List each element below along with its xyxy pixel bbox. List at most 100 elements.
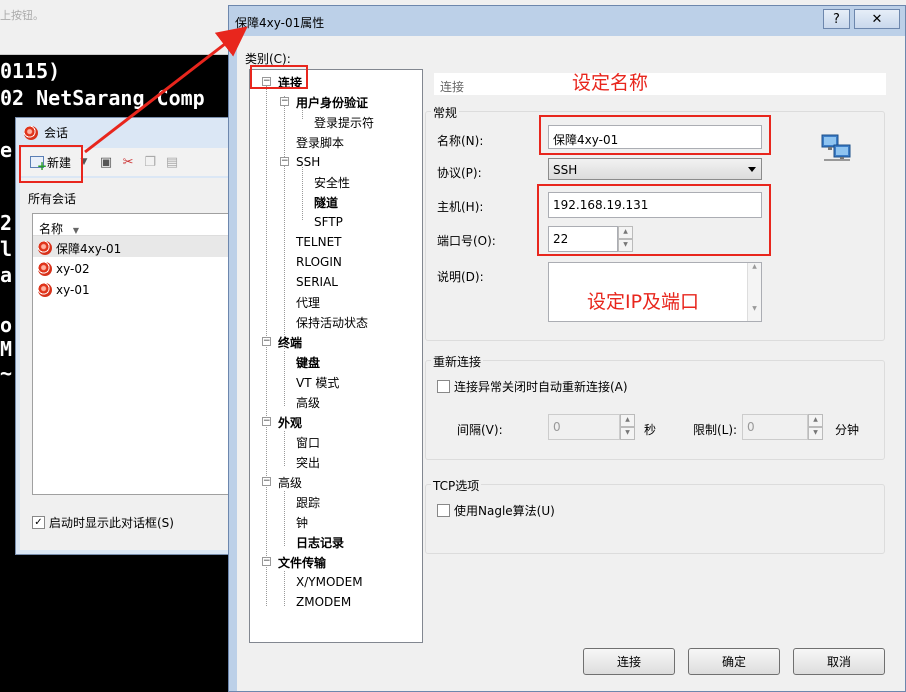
tree-node-keepalive[interactable]: 保持活动状态 — [296, 312, 368, 332]
spin-down-icon[interactable]: ▼ — [620, 427, 635, 440]
tree-node-security[interactable]: 安全性 — [314, 172, 350, 192]
session-item[interactable]: xy-01 — [33, 278, 241, 299]
auto-reconnect-option[interactable]: 连接异常关闭时自动重新连接(A) — [437, 378, 628, 395]
nagle-checkbox[interactable] — [437, 504, 450, 517]
collapse-icon[interactable]: − — [262, 417, 271, 426]
spin-up-icon[interactable]: ▲ — [620, 414, 635, 427]
port-label: 端口号(O): — [437, 234, 496, 248]
paste-icon[interactable]: ▤ — [163, 153, 181, 171]
startup-label: 启动时显示此对话框(S) — [49, 516, 174, 530]
annotation-set-ip-port: 设定IP及端口 — [587, 291, 700, 313]
column-name-label: 名称 — [39, 222, 64, 236]
properties-dialog: 保障4xy-01属性 ? ✕ 类别(C): − 连接 − 用户身份验证 登录提示… — [228, 5, 906, 692]
protocol-select[interactable]: SSH — [548, 158, 762, 180]
collapse-icon[interactable]: − — [262, 337, 271, 346]
chevron-down-icon — [748, 167, 756, 172]
annotation-set-name: 设定名称 — [572, 72, 649, 94]
terminal-line: M — [0, 337, 13, 361]
description-scrollbar[interactable]: ▲ ▼ — [747, 263, 761, 321]
tree-node-highlight[interactable]: 突出 — [296, 452, 320, 472]
tree-node-proxy[interactable]: 代理 — [296, 292, 320, 312]
help-button[interactable]: ? — [823, 9, 850, 29]
tree-node-tunnel[interactable]: 隧道 — [314, 192, 338, 212]
limit-field[interactable]: 0 — [742, 414, 808, 440]
tree-node-login-prompt[interactable]: 登录提示符 — [314, 112, 374, 132]
nagle-label: 使用Nagle算法(U) — [454, 504, 555, 518]
cut-icon[interactable]: ✂ — [119, 153, 137, 171]
terminal-line: e — [0, 138, 13, 162]
tree-node-xymodem[interactable]: X/YMODEM — [296, 572, 363, 592]
tree-node-appearance[interactable]: 外观 — [278, 412, 302, 432]
interval-label: 间隔(V): — [457, 423, 503, 437]
save-icon[interactable]: ▣ — [97, 153, 115, 171]
session-list[interactable]: 名称 ▼ 保障4xy-01 xy-02 xy-01 — [32, 213, 242, 495]
copy-icon[interactable]: ❐ — [141, 153, 159, 171]
network-computer-icon — [820, 131, 854, 165]
tree-node-login-script[interactable]: 登录脚本 — [296, 132, 344, 152]
tree-node-telnet[interactable]: TELNET — [296, 232, 342, 252]
collapse-icon[interactable]: − — [262, 477, 271, 486]
session-icon — [38, 283, 52, 297]
spin-down-icon[interactable]: ▼ — [808, 427, 823, 440]
tree-node-advanced[interactable]: 高级 — [278, 472, 302, 492]
tree-node-keyboard[interactable]: 键盘 — [296, 352, 320, 372]
tree-node-terminal[interactable]: 终端 — [278, 332, 302, 352]
column-header-name[interactable]: 名称 ▼ — [33, 214, 241, 236]
interval-field[interactable]: 0 — [548, 414, 620, 440]
spin-up-icon[interactable]: ▲ — [808, 414, 823, 427]
nagle-option[interactable]: 使用Nagle算法(U) — [437, 502, 555, 519]
tree-node-user-auth[interactable]: 用户身份验证 — [296, 92, 368, 112]
xshell-logo-icon — [24, 125, 38, 140]
tree-node-logging[interactable]: 日志记录 — [296, 532, 344, 552]
reconnect-group — [425, 360, 885, 460]
close-button[interactable]: ✕ — [854, 9, 900, 29]
session-icon — [38, 262, 52, 276]
tree-node-sftp[interactable]: SFTP — [314, 212, 343, 232]
tree-node-vt-mode[interactable]: VT 模式 — [296, 372, 339, 392]
tree-node-window[interactable]: 窗口 — [296, 432, 320, 452]
collapse-icon[interactable]: − — [280, 97, 289, 106]
tree-node-file-transfer[interactable]: 文件传输 — [278, 552, 326, 572]
seconds-unit: 秒 — [644, 423, 657, 437]
auto-reconnect-label: 连接异常关闭时自动重新连接(A) — [454, 380, 628, 394]
tree-node-ssh[interactable]: SSH — [296, 152, 320, 172]
sessions-title: 会话 — [44, 126, 69, 140]
minutes-unit: 分钟 — [835, 423, 860, 437]
tcp-group-label: TCP选项 — [431, 477, 482, 494]
connect-button[interactable]: 连接 — [583, 648, 675, 675]
protocol-label: 协议(P): — [437, 166, 482, 180]
collapse-icon[interactable]: − — [262, 557, 271, 566]
page-header: 连接 — [434, 73, 886, 95]
limit-spinner[interactable]: ▲ ▼ — [808, 414, 823, 440]
hint-text: 上按钮。 — [0, 9, 44, 22]
category-tree[interactable]: − 连接 − 用户身份验证 登录提示符 登录脚本 − SSH 安全性 隧道 SF… — [249, 69, 423, 643]
session-item[interactable]: xy-02 — [33, 257, 241, 278]
tree-node-zmodem[interactable]: ZMODEM — [296, 592, 351, 612]
tree-node-bell[interactable]: 钟 — [296, 512, 308, 532]
startup-checkbox[interactable]: ✓ — [32, 516, 45, 529]
reconnect-group-label: 重新连接 — [431, 353, 484, 370]
terminal-line: 02 NetSarang Comp — [0, 86, 205, 110]
tree-node-rlogin[interactable]: RLOGIN — [296, 252, 342, 272]
session-item-label: 保障4xy-01 — [56, 241, 122, 256]
description-label: 说明(D): — [437, 270, 484, 284]
name-label: 名称(N): — [437, 134, 484, 148]
host-label: 主机(H): — [437, 200, 484, 214]
general-group-label: 常规 — [431, 104, 460, 121]
limit-label: 限制(L): — [693, 423, 738, 437]
sessions-titlebar: 会话 — [16, 118, 236, 142]
interval-spinner[interactable]: ▲ ▼ — [620, 414, 635, 440]
session-item[interactable]: 保障4xy-01 — [33, 236, 241, 257]
highlight-connection-node — [250, 65, 308, 89]
ok-button[interactable]: 确定 — [688, 648, 780, 675]
tree-node-serial[interactable]: SERIAL — [296, 272, 338, 292]
startup-option[interactable]: ✓ 启动时显示此对话框(S) — [32, 514, 174, 531]
tree-node-terminal-advanced[interactable]: 高级 — [296, 392, 320, 412]
session-icon — [38, 241, 52, 255]
cancel-button[interactable]: 取消 — [793, 648, 885, 675]
all-sessions-label: 所有会话 — [28, 192, 77, 206]
collapse-icon[interactable]: − — [280, 157, 289, 166]
auto-reconnect-checkbox[interactable] — [437, 380, 450, 393]
tree-node-trace[interactable]: 跟踪 — [296, 492, 320, 512]
dialog-title: 保障4xy-01属性 — [235, 16, 325, 30]
